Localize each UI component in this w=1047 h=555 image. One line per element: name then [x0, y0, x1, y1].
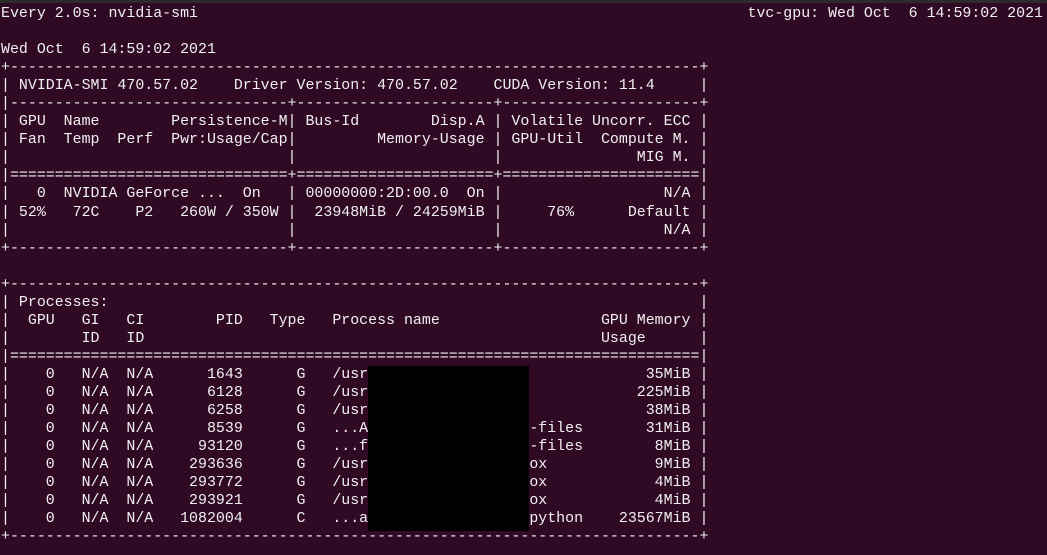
redaction-box [368, 366, 529, 531]
terminal-line: | 0 NVIDIA GeForce ... On | 00000000:2D:… [1, 186, 709, 203]
terminal-line: | 0 N/A N/A 293921 G /usr ox 4MiB | [1, 493, 709, 510]
terminal-output: Every 2.0s: nvidia-smi Wed Oct 6 14:59:0… [1, 5, 708, 546]
terminal-line: | Processes: | [1, 294, 709, 311]
host-time-header: tvc-gpu: Wed Oct 6 14:59:02 2021 [747, 6, 1043, 22]
terminal-line: |===============================+=======… [1, 168, 709, 185]
watch-header: Every 2.0s: nvidia-smi [1, 6, 199, 22]
terminal-line: | 52% 72C P2 260W / 350W | 23948MiB / 24… [1, 204, 709, 221]
terminal-line: | 0 N/A N/A 1082004 C ...a python 23567M… [1, 511, 709, 528]
terminal-line: +---------------------------------------… [1, 529, 709, 546]
nvidia-smi-output: Wed Oct 6 14:59:02 2021 +----------------… [1, 23, 708, 546]
terminal-line: Wed Oct 6 14:59:02 2021 [1, 42, 216, 59]
terminal-line: | 0 N/A N/A 8539 G ...A -files 31MiB | [1, 421, 709, 438]
window-top-bar [0, 0, 1047, 3]
terminal-line: | GPU GI CI PID Type Process name GPU Me… [1, 312, 709, 329]
terminal-line: +---------------------------------------… [1, 276, 709, 293]
terminal-line: | GPU Name Persistence-M| Bus-Id Disp.A … [1, 114, 709, 131]
terminal-line: | NVIDIA-SMI 470.57.02 Driver Version: 4… [1, 78, 709, 95]
terminal-line: | 0 N/A N/A 93120 G ...f -files 8MiB | [1, 439, 709, 456]
terminal-line: | | | MIG M. | [1, 150, 709, 167]
terminal-line: | 0 N/A N/A 6128 G /usr 225MiB | [1, 384, 709, 401]
terminal-line: | Fan Temp Perf Pwr:Usage/Cap| Memory-Us… [1, 132, 709, 149]
terminal-line: |-------------------------------+-------… [1, 96, 709, 113]
terminal-line: | 0 N/A N/A 293636 G /usr ox 9MiB | [1, 457, 709, 474]
terminal-line: | 0 N/A N/A 6258 G /usr 38MiB | [1, 403, 709, 420]
terminal-line: | | | N/A | [1, 222, 709, 239]
terminal-line: +-------------------------------+-------… [1, 240, 709, 257]
terminal-line: | 0 N/A N/A 293772 G /usr ox 4MiB | [1, 475, 709, 492]
terminal-line: +---------------------------------------… [1, 60, 709, 77]
terminal-line: |=======================================… [1, 348, 709, 365]
terminal-line: | ID ID Usage | [1, 330, 709, 347]
terminal-line: | 0 N/A N/A 1643 G /usr 35MiB | [1, 366, 709, 383]
